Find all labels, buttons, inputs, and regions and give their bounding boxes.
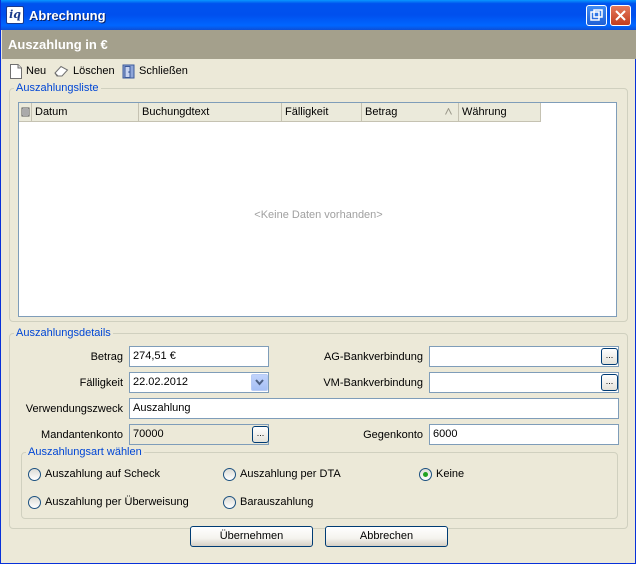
radio-keine[interactable]: Keine <box>419 467 464 481</box>
radio-bar-label: Barauszahlung <box>240 496 314 508</box>
column-datum[interactable]: Datum <box>32 103 139 121</box>
radio-ueberweisung[interactable]: Auszahlung per Überweisung <box>28 495 189 509</box>
gegenkonto-field[interactable]: 6000 <box>429 424 619 445</box>
ag-bankverbindung-label: AG-Bankverbindung <box>323 351 423 363</box>
close-button[interactable]: Schließen <box>122 63 188 79</box>
radio-scheck[interactable]: Auszahlung auf Scheck <box>28 467 160 481</box>
verwendungszweck-label: Verwendungszweck <box>25 403 123 415</box>
column-faelligkeit[interactable]: Fälligkeit <box>282 103 362 121</box>
new-button[interactable]: Neu <box>10 63 46 79</box>
window-title: Abrechnung <box>29 8 106 23</box>
mandantenkonto-label: Mandantenkonto <box>41 429 123 441</box>
gegenkonto-label: Gegenkonto <box>363 429 423 441</box>
faelligkeit-dropdown-button[interactable] <box>251 374 268 391</box>
abrechnung-window: iq Abrechnung Auszahlung in € Neu Lösche… <box>0 0 636 564</box>
column-buchungstext[interactable]: Buchungdtext <box>139 103 282 121</box>
payment-list-grid[interactable]: Datum Buchungdtext Fälligkeit Betrag Wäh… <box>18 102 617 317</box>
radio-bar-circle <box>223 495 236 509</box>
payment-list-group: Auszahlungsliste Datum Buchungdtext Fäll… <box>9 82 628 322</box>
payment-details-legend: Auszahlungsdetails <box>14 327 113 339</box>
radio-scheck-label: Auszahlung auf Scheck <box>45 468 160 480</box>
radio-ueberweisung-label: Auszahlung per Überweisung <box>45 496 189 508</box>
column-betrag[interactable]: Betrag <box>362 103 459 121</box>
radio-keine-label: Keine <box>436 468 465 480</box>
ag-bankverbindung-field[interactable] <box>429 346 619 367</box>
radio-selected-dot <box>423 471 428 477</box>
toolbar: Neu Löschen Schließen <box>2 60 636 82</box>
payment-list-legend: Auszahlungsliste <box>14 82 101 94</box>
delete-label: Löschen <box>73 65 115 77</box>
empty-placeholder: <Keine Daten vorhanden> <box>254 209 383 221</box>
radio-bar[interactable]: Barauszahlung <box>223 495 313 509</box>
title-bar[interactable]: iq Abrechnung <box>1 0 636 30</box>
radio-dta[interactable]: Auszahlung per DTA <box>223 467 341 481</box>
page-title: Auszahlung in € <box>8 37 108 52</box>
grid-header: Datum Buchungdtext Fälligkeit Betrag Wäh… <box>19 103 541 122</box>
column-chooser-icon <box>21 107 30 117</box>
ag-bankverbindung-browse-button[interactable]: ... <box>601 348 618 365</box>
eraser-icon <box>54 65 69 77</box>
mandantenkonto-browse-button[interactable]: ... <box>252 426 269 443</box>
new-label: Neu <box>26 65 47 77</box>
verwendungszweck-field[interactable]: Auszahlung <box>129 398 619 419</box>
radio-keine-circle <box>419 467 432 481</box>
radio-dta-label: Auszahlung per DTA <box>240 468 341 480</box>
app-icon: iq <box>6 6 24 24</box>
mandantenkonto-field[interactable]: 70000 <box>129 424 269 445</box>
column-betrag-label: Betrag <box>365 106 398 118</box>
vm-bankverbindung-label: VM-Bankverbindung <box>323 377 423 389</box>
faelligkeit-value: 22.02.2012 <box>133 376 189 388</box>
column-chooser[interactable] <box>19 103 32 121</box>
restore-icon <box>590 9 603 21</box>
close-icon <box>615 10 626 21</box>
close-label: Schließen <box>139 65 188 77</box>
faelligkeit-label: Fälligkeit <box>79 377 123 389</box>
faelligkeit-date-picker[interactable]: 22.02.2012 <box>129 372 269 393</box>
sort-ascending-icon <box>445 108 452 115</box>
close-window-button[interactable] <box>610 5 631 26</box>
vm-bankverbindung-browse-button[interactable]: ... <box>601 374 618 391</box>
betrag-label: Betrag <box>90 351 123 363</box>
apply-button[interactable]: Übernehmen <box>190 526 313 547</box>
header-band: Auszahlung in € <box>2 30 636 59</box>
restore-button[interactable] <box>586 5 607 26</box>
cancel-button[interactable]: Abbrechen <box>325 526 448 547</box>
radio-scheck-circle <box>28 467 41 481</box>
new-document-icon <box>10 63 22 79</box>
radio-dta-circle <box>223 467 236 481</box>
vm-bankverbindung-field[interactable] <box>429 372 619 393</box>
door-icon <box>122 64 135 78</box>
delete-button[interactable]: Löschen <box>54 63 115 79</box>
betrag-field[interactable]: 274,51 € <box>129 346 269 367</box>
payment-type-legend: Auszahlungsart wählen <box>26 446 144 458</box>
column-waehrung[interactable]: Währung <box>459 103 541 121</box>
chevron-down-icon <box>255 379 264 386</box>
radio-ueberweisung-circle <box>28 495 41 509</box>
